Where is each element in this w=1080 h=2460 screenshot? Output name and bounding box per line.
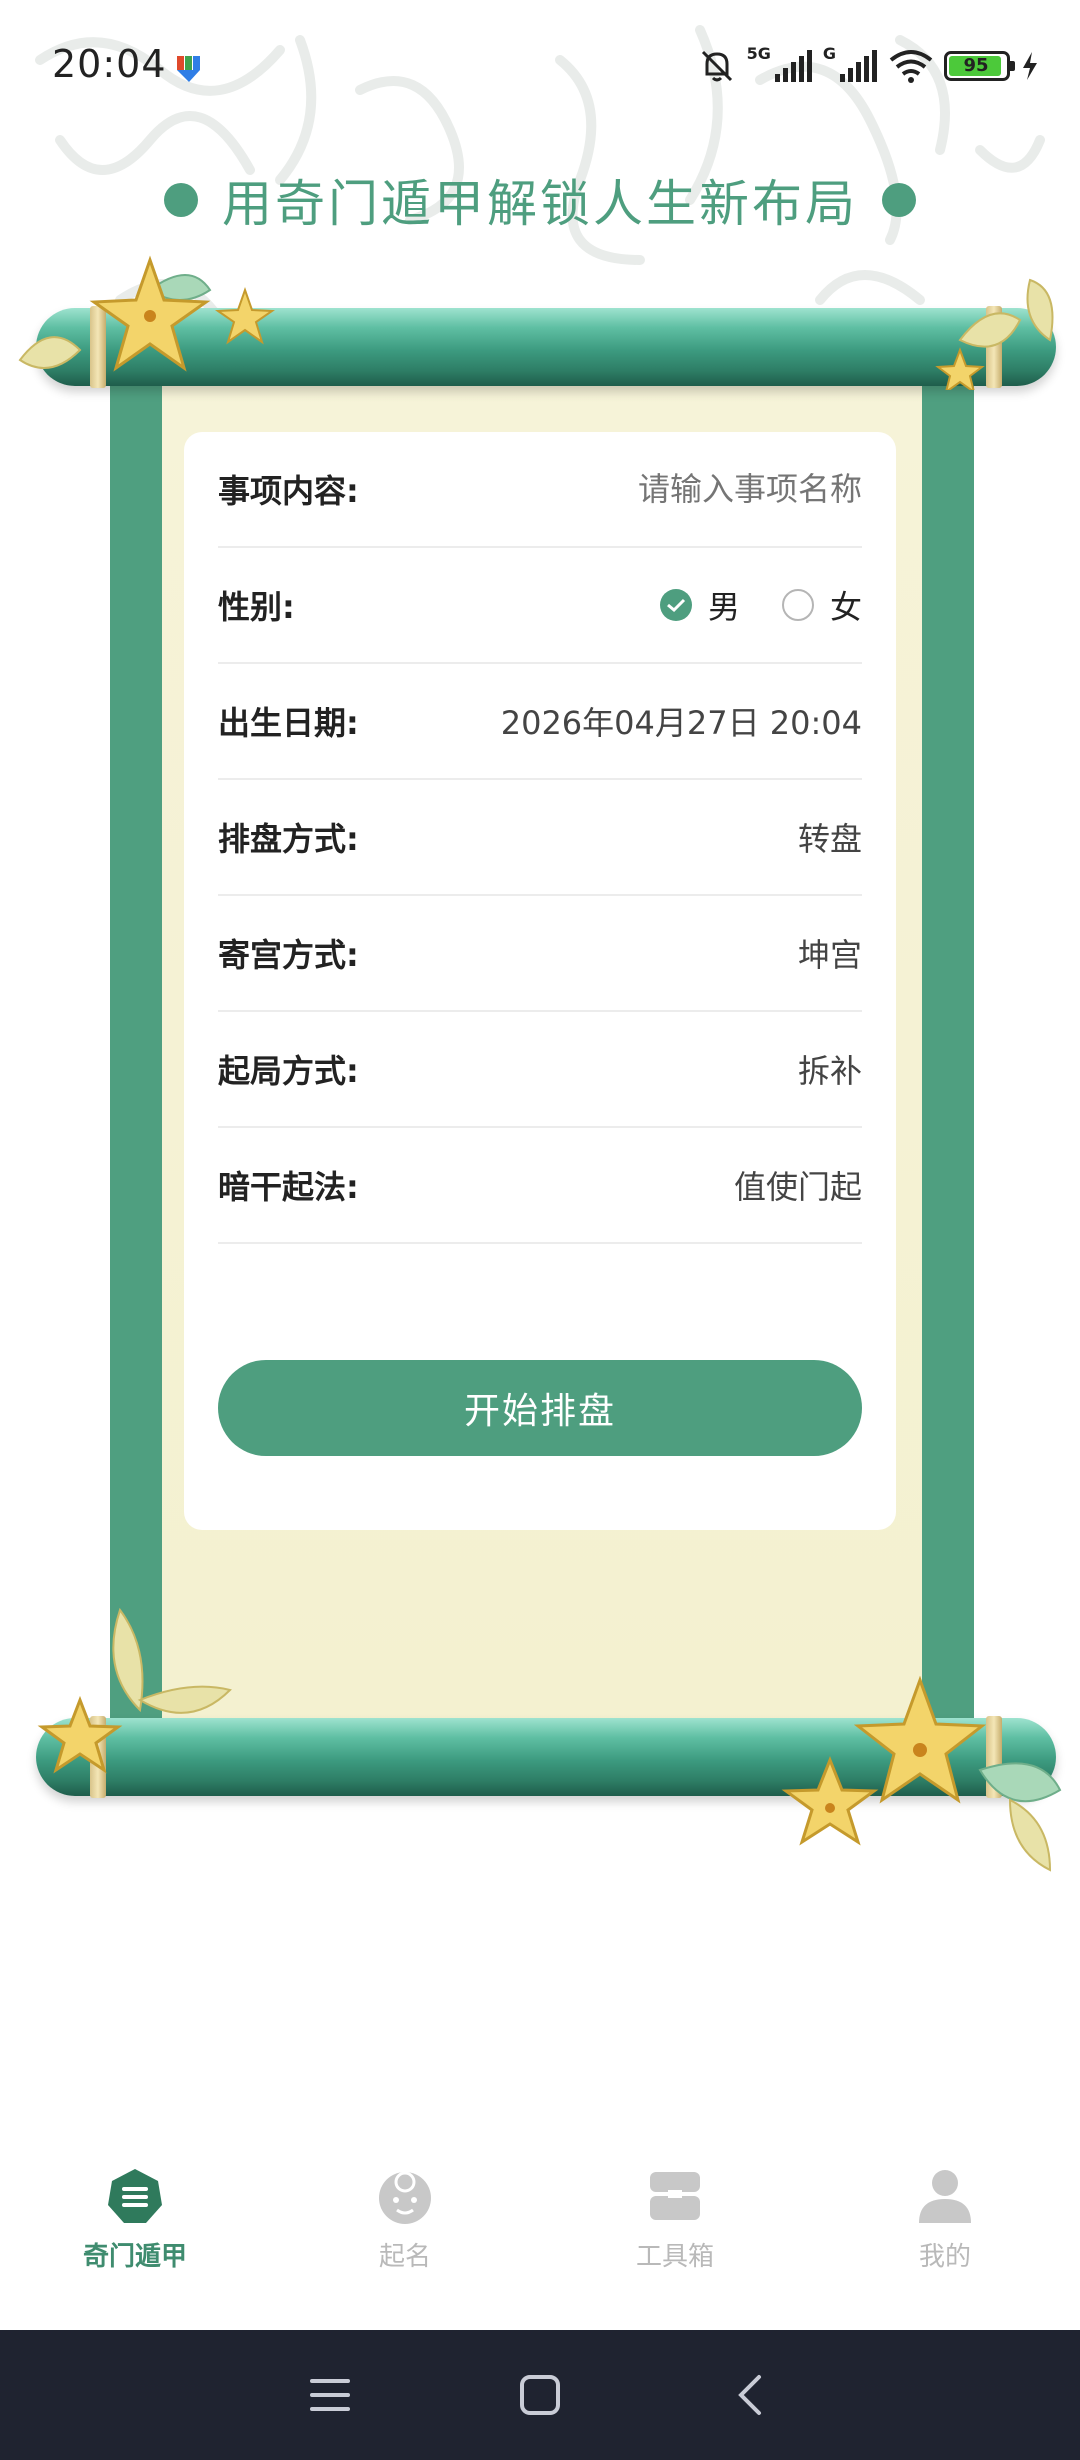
download-app-icon [177,56,200,82]
page-title: 用奇门遁甲解锁人生新布局 [222,175,858,233]
gender-male-radio[interactable]: 男 [659,582,740,628]
start-method-label: 起局方式: [218,1052,359,1090]
wifi-icon [889,50,933,83]
home-icon[interactable] [510,2365,570,2425]
matter-input[interactable] [562,470,862,508]
hidden-stem-value: 值使门起 [733,1168,862,1206]
hidden-stem-label: 暗干起法: [218,1168,359,1206]
status-bar: 20:04 5G G 95 [0,0,1080,135]
row-birth-date[interactable]: 出生日期: 2026年04月27日 20:04 [218,664,862,780]
person-icon [913,2164,977,2228]
nav-label-mine: 我的 [918,2242,971,2272]
charging-bolt-icon [1023,52,1037,80]
toolbox-icon [643,2164,707,2228]
layout-method-label: 排盘方式: [218,820,359,858]
qimen-icon [103,2164,167,2228]
nav-label-qimen: 奇门遁甲 [82,2242,187,2272]
start-method-value: 拆补 [797,1052,862,1090]
flower-decoration-bottom-right [781,1675,1062,1872]
palace-method-label: 寄宫方式: [218,936,359,974]
birth-date-label: 出生日期: [218,704,359,742]
nav-item-naming[interactable]: 起名 [270,2140,540,2330]
row-palace-method[interactable]: 寄宫方式: 坤宫 [218,896,862,1012]
mute-bell-icon [701,50,732,82]
radio-unchecked-icon [781,589,814,621]
gender-female-radio[interactable]: 女 [781,582,862,628]
radio-checked-icon [659,589,692,621]
gender-label: 性别: [218,588,295,626]
row-gender: 性别: 男 女 [218,548,862,664]
row-layout-method[interactable]: 排盘方式: 转盘 [218,780,862,896]
gender-radio-group: 男 女 [636,582,862,628]
battery-icon: 95 [944,51,1015,81]
nav-label-naming: 起名 [378,2242,431,2272]
headline-dot-left [164,183,198,217]
baby-face-icon [373,2164,437,2228]
matter-label: 事项内容: [218,472,359,510]
gender-female-label: 女 [829,588,862,626]
status-icons: 5G G 95 [697,44,1040,88]
menu-icon[interactable] [300,2365,360,2425]
network-5g-label: 5G [746,44,771,63]
headline: 用奇门遁甲解锁人生新布局 [0,160,1080,240]
row-matter: 事项内容: [218,432,862,548]
back-icon[interactable] [720,2365,780,2425]
gender-male-label: 男 [707,588,740,626]
row-start-method[interactable]: 起局方式: 拆补 [218,1012,862,1128]
nav-item-mine[interactable]: 我的 [810,2140,1080,2330]
headline-dot-right [882,183,916,217]
nav-item-toolbox[interactable]: 工具箱 [540,2140,810,2330]
signal-icon-2 [840,50,877,82]
birth-date-value: 2026年04月27日 20:04 [500,704,862,742]
signal-icon [774,50,812,82]
bottom-nav: 奇门遁甲 起名 工具箱 我的 [0,2140,1080,2330]
network-g-label: G [822,44,836,63]
row-hidden-stem[interactable]: 暗干起法: 值使门起 [218,1128,862,1244]
nav-item-qimen[interactable]: 奇门遁甲 [0,2140,270,2330]
flower-decoration-bottom-left [37,1607,232,1774]
flower-decoration-top-right [935,278,1054,390]
nav-label-toolbox: 工具箱 [635,2242,714,2272]
status-time: 20:04 [52,42,167,86]
palace-method-value: 坤宫 [797,936,862,974]
system-nav-bar [0,2330,1080,2460]
start-layout-button[interactable]: 开始排盘 [218,1360,862,1456]
layout-method-value: 转盘 [797,820,862,858]
flower-decoration-top-left [18,255,276,372]
battery-level: 95 [963,55,989,76]
